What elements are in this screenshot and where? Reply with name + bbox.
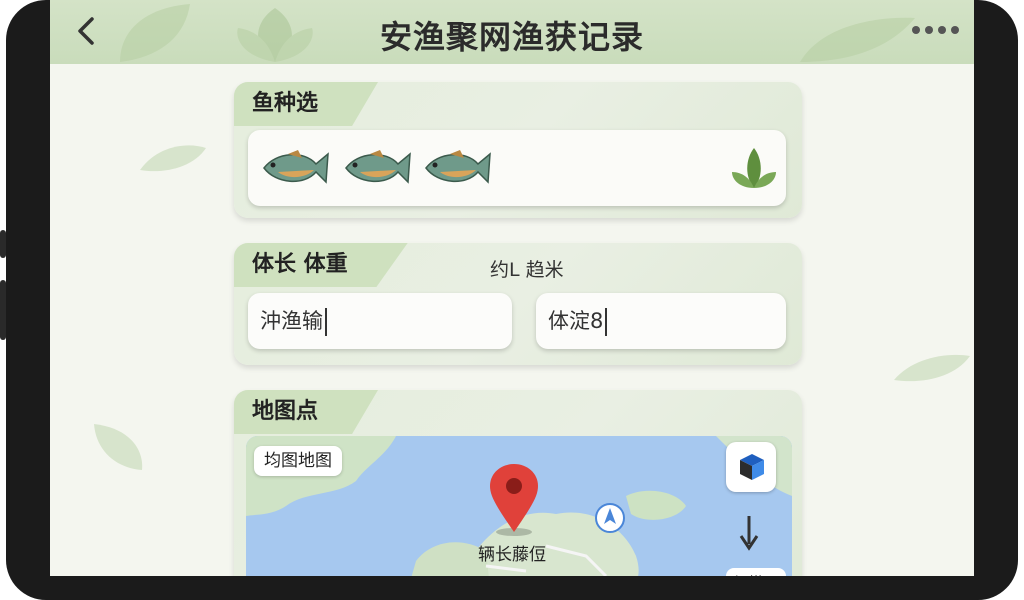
page-title: 安渔聚网渔获记录 [379, 18, 644, 56]
measurement-tab: 体长 体重 [234, 243, 408, 287]
location-pin-icon[interactable] [486, 462, 542, 538]
fish-selector [248, 130, 786, 206]
weight-input[interactable]: 体淀8 [536, 293, 786, 349]
download-arrow-icon [739, 516, 759, 551]
fish-species-card: 鱼种选 [234, 82, 802, 218]
fish-option-2-icon[interactable] [340, 146, 414, 190]
app-screen: 安渔聚网渔获记录 鱼种选 体长 体重 约L 趋米 沖渔输 体淀8 地图点 均图地… [50, 0, 974, 576]
map-view[interactable]: 均图地图 辆长藤侸 缀搭图 [246, 436, 792, 576]
app-header: 安渔聚网渔获记录 [50, 0, 974, 64]
text-caret [325, 308, 327, 336]
measurement-card: 体长 体重 约L 趋米 沖渔输 体淀8 [234, 243, 802, 365]
map-tab: 地图点 [234, 390, 379, 434]
weight-value: 体淀8 [548, 309, 604, 333]
map-bottom-button[interactable]: 缀搭图 [726, 568, 786, 576]
volume-button [0, 230, 6, 258]
map-type-toggle[interactable]: 均图地图 [254, 446, 342, 476]
fish-option-3-icon[interactable] [420, 146, 494, 190]
more-options-icon[interactable] [910, 20, 962, 40]
leaf-badge-icon [732, 148, 776, 188]
text-caret [605, 308, 608, 336]
map-layers-button[interactable] [726, 442, 776, 492]
length-input[interactable]: 沖渔输 [248, 293, 512, 349]
navigation-marker-icon [595, 503, 625, 533]
leaf-decoration-icon [140, 145, 206, 172]
leaf-decoration-icon [94, 424, 143, 470]
fish-species-tab: 鱼种选 [234, 82, 379, 126]
leaf-decoration-icon [894, 354, 970, 382]
fish-option-1-icon[interactable] [258, 146, 332, 190]
unit-hint: 约L 趋米 [490, 259, 564, 281]
cube-icon [740, 454, 764, 480]
power-button [0, 280, 6, 340]
length-value: 沖渔输 [260, 309, 323, 333]
pin-location-label: 辆长藤侸 [478, 545, 546, 565]
